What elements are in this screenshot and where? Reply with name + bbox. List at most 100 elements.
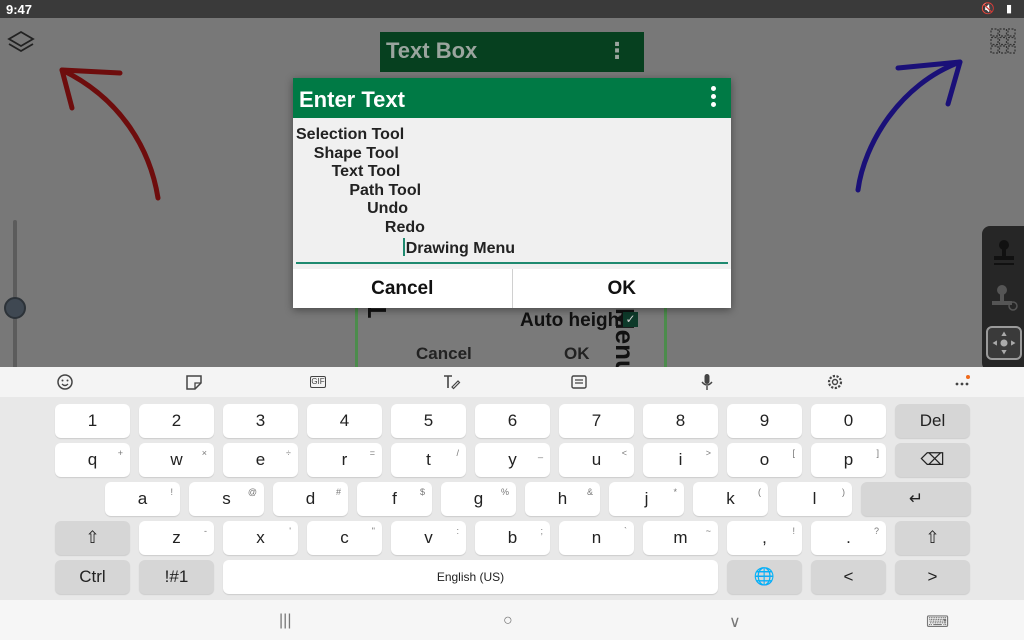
key-y[interactable]: y _ [475, 443, 550, 477]
key-label: q [87, 450, 98, 469]
dialog-buttons: Cancel OK [293, 269, 731, 308]
back-button[interactable]: ∨ [729, 612, 741, 632]
key-label: z [172, 528, 181, 547]
key-secondary-label: ~ [705, 526, 711, 536]
key-c[interactable]: c " [307, 521, 382, 555]
key-secondary-label: ; [540, 526, 543, 536]
key-special[interactable]: ↵ [861, 482, 971, 516]
move-pad-icon[interactable] [986, 326, 1022, 360]
key-special[interactable]: > [895, 560, 970, 594]
key-4[interactable]: 4 [307, 404, 382, 438]
key-z[interactable]: z- [139, 521, 214, 555]
handwriting-icon[interactable] [440, 372, 462, 392]
key-6[interactable]: 6 [475, 404, 550, 438]
settings-icon[interactable] [824, 372, 846, 392]
emoji-icon[interactable] [54, 372, 76, 392]
brush-size-slider[interactable] [13, 220, 17, 367]
key-special[interactable]: ⌫ [895, 443, 970, 477]
key-special[interactable]: Ctrl [55, 560, 130, 594]
slider-knob[interactable] [4, 297, 26, 319]
key-p[interactable]: p] [811, 443, 886, 477]
key-x[interactable]: x ' [223, 521, 298, 555]
status-time: 9:47 [6, 2, 33, 17]
more-icon[interactable] [951, 372, 973, 392]
key-m[interactable]: m ~ [643, 521, 718, 555]
key-i[interactable]: i > [643, 443, 718, 477]
key-r[interactable]: r = [307, 443, 382, 477]
key-special[interactable]: < [811, 560, 886, 594]
key-special[interactable]: Del [895, 404, 970, 438]
key-5[interactable]: 5 [391, 404, 466, 438]
key-n[interactable]: n ` [559, 521, 634, 555]
key-s[interactable]: s @ [189, 482, 264, 516]
key-w[interactable]: w × [139, 443, 214, 477]
clipboard-icon[interactable] [568, 372, 590, 392]
key-l[interactable]: l) [777, 482, 852, 516]
stamp-icon[interactable] [986, 236, 1022, 270]
key-special[interactable]: ⇧ [55, 521, 130, 555]
home-button[interactable]: ○ [503, 612, 513, 630]
background-kebab-icon: ⋮ [606, 38, 628, 63]
key-label: 9 [759, 411, 770, 430]
key-label: w [170, 450, 183, 469]
blue-arrow-drawing [855, 59, 963, 193]
text-input-area[interactable]: Selection Tool Shape Tool Text Tool Path… [296, 126, 728, 264]
key-label: g [473, 489, 484, 508]
key-e[interactable]: e ÷ [223, 443, 298, 477]
key-secondary-label: # [335, 487, 341, 497]
key-label: a [137, 489, 148, 508]
keyboard: 1 2 3 4 5 6 7 8 9 0 Del q + w × e ÷ r = t / y _ u < i > o[ p] ⌫ a! s @ d #… [0, 397, 1024, 600]
key-j[interactable]: j * [609, 482, 684, 516]
key-secondary-label: ) [842, 487, 845, 497]
key-special[interactable]: ⇧ [895, 521, 970, 555]
key-special[interactable]: !#1 [139, 560, 214, 594]
key-label: f [392, 489, 397, 508]
key-label: Ctrl [79, 567, 106, 586]
key-k[interactable]: k( [693, 482, 768, 516]
gif-icon[interactable]: GIF [310, 376, 326, 388]
key-g[interactable]: g% [441, 482, 516, 516]
key-secondary-label: $ [419, 487, 425, 497]
key-a[interactable]: a! [105, 482, 180, 516]
sticker-icon[interactable] [183, 372, 205, 392]
key-special[interactable]: ,! [727, 521, 802, 555]
key-o[interactable]: o[ [727, 443, 802, 477]
recents-button[interactable]: ||| [279, 612, 291, 630]
key-secondary-label: ? [873, 526, 879, 536]
key-8[interactable]: 8 [643, 404, 718, 438]
dialog-more-icon[interactable] [711, 86, 717, 108]
key-label: n [591, 528, 602, 547]
key-secondary-label: * [673, 487, 677, 497]
key-d[interactable]: d # [273, 482, 348, 516]
key-label: m [673, 528, 688, 547]
key-b[interactable]: b; [475, 521, 550, 555]
grid-icon[interactable] [988, 26, 1018, 56]
key-label: 7 [591, 411, 602, 430]
key-h[interactable]: h & [525, 482, 600, 516]
stamp-toolbar [982, 226, 1024, 367]
key-0[interactable]: 0 [811, 404, 886, 438]
layers-icon[interactable] [6, 28, 36, 58]
key-2[interactable]: 2 [139, 404, 214, 438]
key-v[interactable]: v: [391, 521, 466, 555]
stamp-settings-icon[interactable] [986, 281, 1022, 315]
key-1[interactable]: 1 [55, 404, 130, 438]
cancel-button[interactable]: Cancel [293, 269, 512, 308]
ok-button[interactable]: OK [512, 269, 731, 308]
key-special[interactable]: .? [811, 521, 886, 555]
key-special[interactable]: 🌐 [727, 560, 802, 594]
key-t[interactable]: t / [391, 443, 466, 477]
key-q[interactable]: q + [55, 443, 130, 477]
key-3[interactable]: 3 [223, 404, 298, 438]
key-9[interactable]: 9 [727, 404, 802, 438]
key-7[interactable]: 7 [559, 404, 634, 438]
space-key[interactable]: English (US) [223, 560, 718, 594]
key-label: r [341, 450, 348, 469]
keyboard-toolbar: GIF [0, 367, 1024, 397]
keyboard-switch-button[interactable]: ⌨ [926, 612, 949, 632]
key-u[interactable]: u < [559, 443, 634, 477]
mic-icon[interactable] [696, 372, 718, 392]
key-f[interactable]: f $ [357, 482, 432, 516]
key-label: 3 [255, 411, 266, 430]
key-label: ↵ [908, 489, 924, 508]
